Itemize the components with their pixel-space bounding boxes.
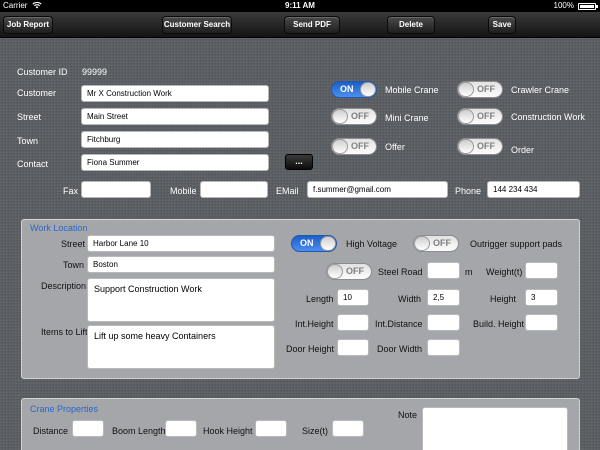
work-location-panel: Work Location Street Harbor Lane 10 Town… bbox=[21, 219, 580, 379]
status-bar: Carrier 9:11 AM 100% bbox=[0, 0, 600, 12]
height-label: Height bbox=[490, 294, 517, 304]
customer-id-value: 99999 bbox=[82, 67, 108, 77]
description-textarea[interactable]: Support Construction Work bbox=[87, 278, 275, 322]
order-toggle[interactable]: OFF bbox=[457, 138, 503, 155]
items-to-lift-textarea[interactable]: Lift up some heavy Containers bbox=[87, 325, 275, 369]
fax-input[interactable] bbox=[81, 181, 151, 198]
steel-road-toggle[interactable]: OFF bbox=[326, 263, 372, 280]
length-label: Length bbox=[306, 294, 334, 304]
size-input[interactable] bbox=[332, 420, 364, 437]
crawler-crane-toggle[interactable]: OFF bbox=[457, 81, 503, 98]
toolbar: Job Report Customer Search Send PDF Dele… bbox=[0, 12, 600, 38]
note-textarea[interactable] bbox=[422, 407, 568, 450]
door-height-label: Door Height bbox=[286, 344, 335, 354]
contact-input[interactable]: Fiona Summer bbox=[81, 154, 269, 171]
wl-street-input[interactable]: Harbor Lane 10 bbox=[87, 235, 275, 252]
description-label: Description bbox=[41, 281, 87, 291]
steel-road-label: Steel Road bbox=[378, 267, 423, 277]
customer-label: Customer bbox=[17, 88, 57, 98]
steel-road-input[interactable] bbox=[427, 262, 460, 279]
width-label: Width bbox=[398, 294, 422, 304]
order-label: Order bbox=[511, 145, 535, 155]
items-to-lift-label: Items to Lift bbox=[41, 327, 88, 337]
send-pdf-button[interactable]: Send PDF bbox=[284, 16, 340, 34]
offer-label: Offer bbox=[385, 142, 405, 152]
height-input[interactable]: 3 bbox=[525, 289, 558, 306]
delete-button[interactable]: Delete bbox=[387, 16, 435, 34]
wl-street-label: Street bbox=[61, 239, 86, 249]
construction-work-toggle[interactable]: OFF bbox=[457, 108, 503, 125]
int-distance-input[interactable] bbox=[427, 314, 460, 331]
mobile-label: Mobile bbox=[170, 186, 197, 196]
customer-id-label: Customer ID bbox=[17, 67, 68, 77]
wl-town-label: Town bbox=[63, 260, 85, 270]
mobile-crane-toggle[interactable]: ON bbox=[331, 81, 377, 98]
contact-picker-button[interactable]: ... bbox=[285, 154, 313, 170]
int-height-input[interactable] bbox=[337, 314, 369, 331]
hook-height-label: Hook Height bbox=[203, 426, 253, 436]
phone-label: Phone bbox=[455, 186, 482, 196]
contact-label: Contact bbox=[17, 159, 49, 169]
note-label: Note bbox=[398, 410, 418, 420]
save-button[interactable]: Save bbox=[488, 16, 516, 34]
distance-label: Distance bbox=[33, 426, 69, 436]
street-input[interactable]: Main Street bbox=[81, 108, 269, 125]
mobile-crane-label: Mobile Crane bbox=[385, 85, 439, 95]
wl-town-input[interactable]: Boston bbox=[87, 256, 275, 273]
battery-icon bbox=[578, 3, 598, 10]
high-voltage-toggle[interactable]: ON bbox=[291, 235, 337, 252]
mobile-input[interactable] bbox=[200, 181, 268, 198]
weight-input[interactable] bbox=[525, 262, 558, 279]
boom-length-label: Boom Length bbox=[112, 426, 166, 436]
door-width-label: Door Width bbox=[377, 344, 423, 354]
crane-properties-panel: Crane Properties Distance Boom Length Ho… bbox=[21, 398, 580, 450]
offer-toggle[interactable]: OFF bbox=[331, 138, 377, 155]
length-input[interactable]: 10 bbox=[337, 289, 369, 306]
fax-label: Fax bbox=[63, 186, 79, 196]
int-distance-label: Int.Distance bbox=[375, 319, 423, 329]
outrigger-toggle[interactable]: OFF bbox=[413, 235, 459, 252]
crane-properties-title: Crane Properties bbox=[30, 404, 99, 414]
hook-height-input[interactable] bbox=[255, 420, 287, 437]
town-input[interactable]: Fitchburg bbox=[81, 131, 269, 148]
steel-road-unit: m bbox=[465, 267, 473, 277]
customer-input[interactable]: Mr X Construction Work bbox=[81, 85, 269, 102]
town-label: Town bbox=[17, 136, 39, 146]
high-voltage-label: High Voltage bbox=[346, 239, 398, 249]
crawler-crane-label: Crawler Crane bbox=[511, 85, 570, 95]
customer-search-button[interactable]: Customer Search bbox=[162, 16, 232, 34]
size-label: Size(t) bbox=[302, 426, 329, 436]
email-input[interactable]: f.summer@gmail.com bbox=[307, 181, 448, 198]
width-input[interactable]: 2,5 bbox=[427, 289, 460, 306]
construction-work-label: Construction Work bbox=[511, 112, 585, 122]
clock: 9:11 AM bbox=[285, 1, 315, 10]
weight-label: Weight(t) bbox=[486, 267, 523, 277]
job-report-button[interactable]: Job Report bbox=[3, 16, 53, 34]
boom-length-input[interactable] bbox=[165, 420, 197, 437]
door-height-input[interactable] bbox=[337, 339, 369, 356]
street-label: Street bbox=[17, 112, 42, 122]
int-height-label: Int.Height bbox=[295, 319, 334, 329]
door-width-input[interactable] bbox=[427, 339, 460, 356]
build-height-input[interactable] bbox=[525, 314, 558, 331]
mini-crane-label: Mini Crane bbox=[385, 113, 429, 123]
distance-input[interactable] bbox=[72, 420, 104, 437]
battery-percent: 100% bbox=[553, 1, 574, 10]
build-height-label: Build. Height bbox=[473, 319, 525, 329]
mini-crane-toggle[interactable]: OFF bbox=[331, 108, 377, 125]
phone-input[interactable]: 144 234 434 bbox=[487, 181, 580, 198]
outrigger-label: Outrigger support pads bbox=[470, 239, 563, 249]
work-location-title: Work Location bbox=[30, 223, 88, 233]
email-label: EMail bbox=[276, 186, 299, 196]
